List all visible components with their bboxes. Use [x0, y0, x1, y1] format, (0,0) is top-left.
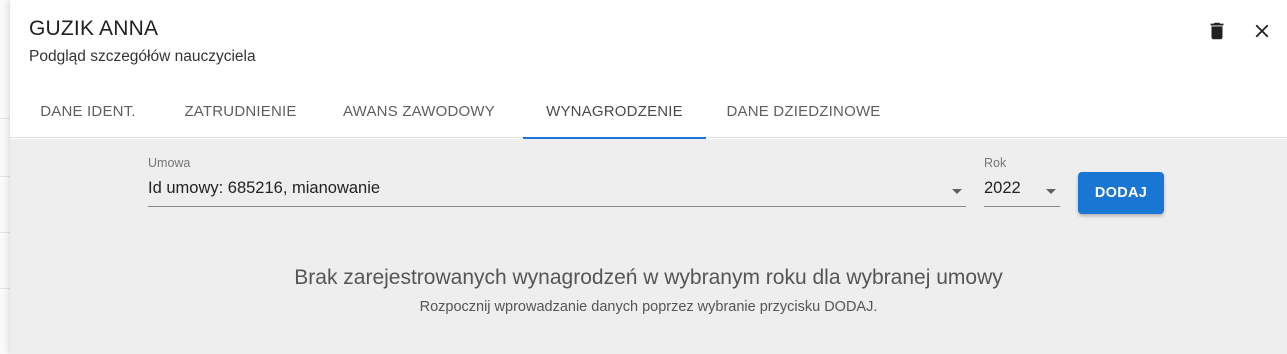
tab-zatrudnienie[interactable]: ZATRUDNIENIE	[166, 84, 315, 138]
empty-state-title: Brak zarejestrowanych wynagrodzeń w wybr…	[294, 266, 1003, 289]
teacher-details-panel: GUZIK ANNA Podgląd szczegółów nauczyciel…	[10, 0, 1287, 354]
backdrop-divider	[0, 232, 10, 233]
panel-header: GUZIK ANNA Podgląd szczegółów nauczyciel…	[10, 0, 1287, 84]
tab-label: DANE DZIEDZINOWE	[726, 102, 881, 120]
page-title: GUZIK ANNA	[29, 17, 159, 40]
add-button[interactable]: DODAJ	[1078, 172, 1164, 214]
tab-bar: DANE IDENT. ZATRUDNIENIE AWANS ZAWODOWY …	[10, 84, 1287, 139]
page-subtitle: Podgląd szczegółów nauczyciela	[29, 48, 256, 65]
year-label: Rok	[984, 156, 1007, 170]
tab-awans-zawodowy[interactable]: AWANS ZAWODOWY	[315, 84, 523, 138]
backdrop-divider	[0, 176, 10, 177]
year-select-value: 2022	[984, 179, 1021, 197]
close-icon	[1255, 24, 1269, 38]
tab-label: ZATRUDNIENIE	[184, 102, 297, 120]
close-button[interactable]	[1249, 18, 1275, 44]
backdrop-divider	[0, 118, 10, 119]
backdrop-divider	[0, 288, 10, 289]
salary-tab-content: Umowa Id umowy: 685216, mianowanie Rok 2…	[10, 139, 1287, 354]
contract-label: Umowa	[148, 156, 191, 170]
tab-dane-ident[interactable]: DANE IDENT.	[10, 84, 166, 138]
tab-wynagrodzenie[interactable]: WYNAGRODZENIE	[523, 84, 706, 139]
tab-dane-dziedzinowe[interactable]: DANE DZIEDZINOWE	[706, 84, 901, 138]
chevron-down-icon	[952, 189, 962, 194]
empty-state-message: Rozpocznij wprowadzanie danych poprzez w…	[419, 299, 878, 315]
tab-label: AWANS ZAWODOWY	[343, 102, 495, 120]
tab-label: WYNAGRODZENIE	[546, 102, 683, 120]
chevron-down-icon	[1046, 189, 1056, 194]
contract-select-value: Id umowy: 685216, mianowanie	[148, 179, 381, 197]
tab-label: DANE IDENT.	[40, 102, 136, 120]
contract-select[interactable]: Id umowy: 685216, mianowanie	[148, 177, 966, 207]
year-select[interactable]: 2022	[984, 177, 1060, 207]
delete-button[interactable]	[1204, 18, 1230, 44]
trash-icon	[1210, 22, 1224, 40]
